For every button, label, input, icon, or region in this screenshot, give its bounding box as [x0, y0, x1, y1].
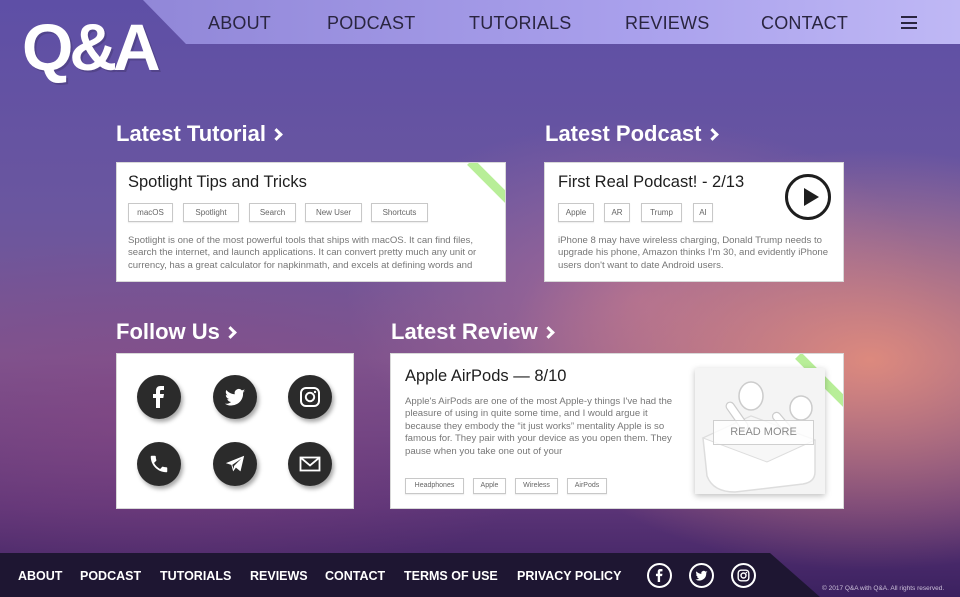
tag-new-user[interactable]: New User — [305, 203, 362, 222]
review-card[interactable]: Apple AirPods — 8/10 Apple's AirPods are… — [390, 353, 844, 509]
chevron-right-icon — [541, 326, 555, 339]
latest-podcast-heading[interactable]: Latest Podcast — [545, 121, 719, 147]
airpods-product-image[interactable]: READ MORE — [695, 368, 825, 494]
twitter-icon[interactable] — [213, 375, 257, 419]
tag-shortcuts[interactable]: Shortcuts — [371, 203, 428, 222]
nav-tutorials[interactable]: TUTORIALS — [469, 13, 572, 34]
email-icon[interactable] — [288, 442, 332, 486]
latest-tutorial-heading[interactable]: Latest Tutorial — [116, 121, 283, 147]
facebook-icon[interactable] — [137, 375, 181, 419]
nav-contact[interactable]: CONTACT — [761, 13, 848, 34]
tutorial-card[interactable]: Spotlight Tips and Tricks macOS Spotligh… — [116, 162, 506, 282]
podcast-title[interactable]: First Real Podcast! - 2/13 — [558, 173, 744, 192]
tutorial-title[interactable]: Spotlight Tips and Tricks — [128, 173, 307, 192]
nav-reviews[interactable]: REVIEWS — [625, 13, 709, 34]
footer-about[interactable]: ABOUT — [18, 569, 62, 583]
telegram-icon[interactable] — [213, 442, 257, 486]
footer-terms-of-use[interactable]: TERMS OF USE — [404, 569, 498, 583]
instagram-icon[interactable] — [731, 563, 756, 588]
tutorial-description: Spotlight is one of the most powerful to… — [128, 235, 477, 271]
tag-spotlight[interactable]: Spotlight — [183, 203, 239, 222]
tag-apple[interactable]: Apple — [558, 203, 594, 222]
footer-tutorials[interactable]: TUTORIALS — [160, 569, 231, 583]
tag-ar[interactable]: AR — [604, 203, 630, 222]
follow-us-label: Follow Us — [116, 319, 220, 344]
twitter-icon[interactable] — [689, 563, 714, 588]
card-ribbon — [467, 163, 505, 215]
review-title[interactable]: Apple AirPods — 8/10 — [405, 367, 566, 386]
tag-trump[interactable]: Trump — [641, 203, 682, 222]
tag-wireless[interactable]: Wireless — [515, 478, 558, 494]
follow-us-card — [116, 353, 354, 509]
latest-podcast-label: Latest Podcast — [545, 121, 702, 146]
tag-macos[interactable]: macOS — [128, 203, 173, 222]
chevron-right-icon — [224, 326, 237, 339]
footer-contact[interactable]: CONTACT — [325, 569, 385, 583]
hamburger-menu-icon[interactable] — [901, 16, 917, 29]
review-description: Apple's AirPods are one of the most Appl… — [405, 396, 673, 457]
tag-apple[interactable]: Apple — [473, 478, 506, 494]
footer-reviews[interactable]: REVIEWS — [250, 569, 308, 583]
chevron-right-icon — [270, 128, 283, 141]
follow-us-heading: Follow Us — [116, 319, 237, 345]
nav-about[interactable]: ABOUT — [208, 13, 271, 34]
podcast-card[interactable]: First Real Podcast! - 2/13 Apple AR Trum… — [544, 162, 844, 282]
copyright-text: © 2017 Q&A with Q&A. All rights reserved… — [822, 585, 945, 592]
chevron-right-icon — [705, 128, 719, 141]
footer-privacy-policy[interactable]: PRIVACY POLICY — [517, 569, 621, 583]
latest-tutorial-label: Latest Tutorial — [116, 121, 266, 146]
latest-review-heading[interactable]: Latest Review — [391, 319, 555, 345]
facebook-icon[interactable] — [647, 563, 672, 588]
nav-podcast[interactable]: PODCAST — [327, 13, 415, 34]
podcast-description: iPhone 8 may have wireless charging, Don… — [558, 235, 829, 271]
tag-airpods[interactable]: AirPods — [567, 478, 607, 494]
read-more-button[interactable]: READ MORE — [713, 420, 814, 445]
instagram-icon[interactable] — [288, 375, 332, 419]
tag-headphones[interactable]: Headphones — [405, 478, 464, 494]
phone-icon[interactable] — [137, 442, 181, 486]
tag-ai[interactable]: AI — [693, 203, 713, 222]
play-icon[interactable] — [785, 174, 831, 220]
site-logo[interactable]: Q&A — [22, 14, 161, 80]
tag-search[interactable]: Search — [249, 203, 296, 222]
footer-podcast[interactable]: PODCAST — [80, 569, 141, 583]
latest-review-label: Latest Review — [391, 319, 538, 344]
